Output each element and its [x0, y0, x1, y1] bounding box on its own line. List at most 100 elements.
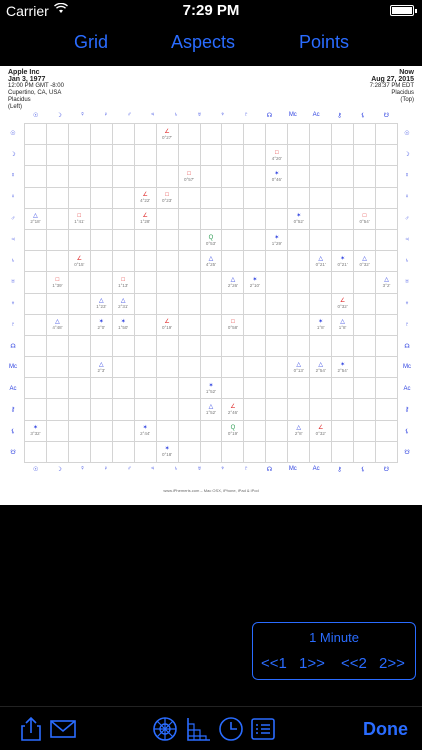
grid-cell[interactable]	[111, 122, 135, 146]
grid-cell[interactable]	[265, 398, 289, 421]
grid-cell[interactable]	[221, 334, 245, 358]
grid-cell[interactable]	[177, 334, 201, 358]
grid-cell[interactable]	[45, 440, 69, 464]
grid-cell[interactable]	[24, 271, 47, 294]
grid-cell[interactable]	[45, 228, 69, 252]
tab-aspects[interactable]: Aspects	[171, 32, 235, 53]
grid-cell[interactable]	[89, 271, 113, 294]
grid-cell[interactable]	[111, 165, 135, 188]
grid-cell[interactable]: ✶ 1°8'	[309, 313, 333, 336]
grid-cell[interactable]	[67, 313, 91, 336]
mail-icon[interactable]	[50, 716, 76, 742]
grid-cell[interactable]	[221, 356, 245, 379]
grid-cell[interactable]	[199, 356, 223, 379]
grid-cell[interactable]	[24, 186, 47, 209]
done-button[interactable]: Done	[363, 719, 408, 740]
back-2-button[interactable]: <<2	[341, 655, 367, 672]
grid-cell[interactable]: ✶ 0°18'	[155, 440, 179, 464]
grid-cell[interactable]	[133, 250, 157, 273]
grid-cell[interactable]	[67, 419, 91, 442]
grid-cell[interactable]	[265, 334, 289, 358]
grid-cell[interactable]	[45, 186, 69, 209]
grid-cell[interactable]	[89, 228, 113, 252]
grid-cell[interactable]	[221, 292, 245, 315]
grid-cell[interactable]	[45, 250, 69, 273]
grid-cell[interactable]	[199, 292, 223, 315]
grid-cell[interactable]	[331, 419, 355, 442]
grid-cell[interactable]	[375, 377, 398, 400]
grid-cell[interactable]: □ 0°57'	[177, 165, 201, 188]
grid-cell[interactable]	[309, 165, 333, 188]
grid-cell[interactable]	[353, 228, 376, 252]
tab-grid[interactable]: Grid	[74, 32, 108, 53]
grid-cell[interactable]	[24, 144, 47, 167]
grid-cell[interactable]	[155, 207, 179, 230]
grid-cell[interactable]: □ 1°39'	[45, 271, 69, 294]
grid-cell[interactable]	[287, 228, 311, 252]
grid-cell[interactable]	[309, 144, 333, 167]
grid-cell[interactable]	[111, 398, 135, 421]
grid-cell[interactable]	[155, 228, 179, 252]
grid-cell[interactable]	[177, 228, 201, 252]
grid-cell[interactable]	[331, 207, 355, 230]
grid-cell[interactable]	[243, 186, 267, 209]
grid-cell[interactable]	[353, 377, 376, 400]
grid-cell[interactable]	[177, 186, 201, 209]
grid-cell[interactable]	[155, 271, 179, 294]
grid-cell[interactable]: ✶ 0°21'	[331, 250, 355, 273]
grid-cell[interactable]	[89, 165, 113, 188]
grid-cell[interactable]	[331, 377, 355, 400]
grid-cell[interactable]: ✶ 1°52'	[199, 377, 223, 400]
grid-cell[interactable]	[287, 377, 311, 400]
grid-cell[interactable]	[375, 186, 398, 209]
share-icon[interactable]	[18, 716, 44, 742]
grid-cell[interactable]	[287, 398, 311, 421]
grid-cell[interactable]	[111, 186, 135, 209]
grid-cell[interactable]	[111, 356, 135, 379]
grid-cell[interactable]	[199, 165, 223, 188]
grid-cell[interactable]: ∠ 0°19'	[155, 313, 179, 336]
grid-cell[interactable]: Q 0°19'	[221, 419, 245, 442]
grid-cell[interactable]	[177, 250, 201, 273]
grid-cell[interactable]	[221, 144, 245, 167]
grid-cell[interactable]	[331, 334, 355, 358]
grid-cell[interactable]	[133, 334, 157, 358]
grid-cell[interactable]	[177, 122, 201, 146]
grid-cell[interactable]	[177, 313, 201, 336]
grid-cell[interactable]	[243, 419, 267, 442]
grid-cell[interactable]: △ 2°26'	[221, 271, 245, 294]
grid-cell[interactable]	[67, 377, 91, 400]
grid-cell[interactable]	[155, 165, 179, 188]
grid-cell[interactable]: △ 2°3'	[89, 356, 113, 379]
grid-cell[interactable]	[309, 207, 333, 230]
grid-cell[interactable]	[24, 250, 47, 273]
grid-cell[interactable]	[331, 165, 355, 188]
grid-cell[interactable]	[265, 377, 289, 400]
grid-cell[interactable]	[133, 271, 157, 294]
grid-cell[interactable]	[67, 398, 91, 421]
grid-cell[interactable]	[155, 419, 179, 442]
grid-cell[interactable]	[353, 356, 376, 379]
grid-cell[interactable]	[133, 122, 157, 146]
grid-cell[interactable]	[287, 440, 311, 464]
grid-cell[interactable]	[67, 186, 91, 209]
grid-cell[interactable]	[243, 292, 267, 315]
grid-cell[interactable]: □ 1°41'	[67, 207, 91, 230]
grid-cell[interactable]	[265, 419, 289, 442]
grid-cell[interactable]	[353, 271, 376, 294]
grid-cell[interactable]	[375, 440, 398, 464]
grid-cell[interactable]: △ 4°48'	[45, 313, 69, 336]
grid-cell[interactable]	[221, 228, 245, 252]
grid-cell[interactable]	[265, 186, 289, 209]
grid-cell[interactable]	[45, 334, 69, 358]
grid-cell[interactable]	[67, 165, 91, 188]
grid-cell[interactable]: ✶ 2°44'	[133, 419, 157, 442]
grid-cell[interactable]	[221, 165, 245, 188]
grid-cell[interactable]	[45, 377, 69, 400]
grid-cell[interactable]	[375, 292, 398, 315]
grid-cell[interactable]	[309, 398, 333, 421]
grid-cell[interactable]	[353, 419, 376, 442]
grid-cell[interactable]: Q 0°53'	[199, 228, 223, 252]
grid-cell[interactable]	[287, 334, 311, 358]
grid-cell[interactable]	[133, 398, 157, 421]
